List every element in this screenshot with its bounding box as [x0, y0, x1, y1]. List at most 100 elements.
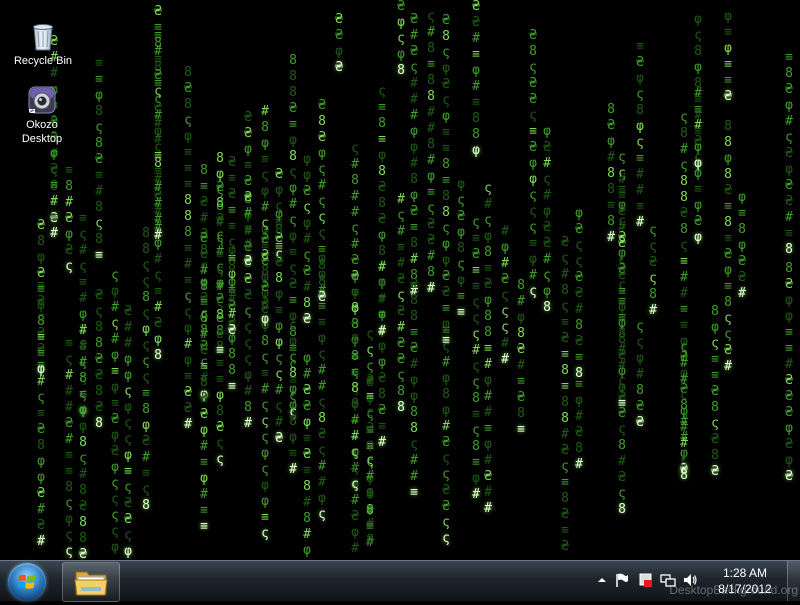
matrix-glyph: φ [785, 453, 793, 468]
matrix-glyph: 8 [37, 234, 45, 249]
matrix-glyph: φ [289, 398, 297, 413]
matrix-glyph: # [427, 105, 435, 120]
matrix-glyph: ₴ [618, 470, 626, 485]
matrix-glyph: ς [649, 223, 657, 238]
matrix-glyph: # [50, 226, 58, 241]
matrix-glyph: ₴ [724, 343, 732, 358]
matrix-glyph: ς [244, 352, 252, 367]
matrix-glyph: φ [694, 60, 702, 75]
matrix-glyph: 8 [442, 157, 450, 172]
matrix-glyph: # [410, 156, 418, 171]
matrix-glyph: ≡ [636, 151, 644, 166]
matrix-glyph: ς [561, 251, 569, 266]
show-desktop-button[interactable] [787, 561, 800, 601]
matrix-glyph: ₴ [37, 422, 45, 437]
matrix-glyph: # [228, 307, 236, 322]
start-button[interactable] [8, 563, 46, 601]
matrix-glyph: φ [618, 300, 626, 315]
matrix-glyph: 8 [37, 438, 45, 453]
matrix-glyph: 8 [184, 209, 192, 224]
matrix-glyph: # [575, 409, 583, 424]
matrix-glyph: φ [289, 334, 297, 349]
matrix-glyph: ≡ [244, 222, 252, 237]
matrix-glyph: # [397, 224, 405, 239]
matrix-glyph: ₴ [543, 220, 551, 235]
matrix-glyph: ς [95, 120, 103, 135]
matrix-glyph: ₴ [200, 391, 208, 406]
matrix-glyph: φ [457, 273, 465, 288]
matrix-glyph: # [124, 336, 132, 351]
program-tray-icon[interactable] [638, 572, 654, 588]
matrix-glyph: φ [442, 253, 450, 268]
matrix-glyph: # [154, 252, 162, 267]
matrix-glyph: φ [275, 207, 283, 222]
matrix-glyph: ≡ [200, 455, 208, 470]
matrix-glyph: 8 [575, 441, 583, 456]
matrix-glyph: ≡ [228, 379, 236, 394]
matrix-glyph: φ [785, 98, 793, 113]
matrix-glyph: ₴ [50, 162, 58, 177]
matrix-glyph: # [484, 389, 492, 404]
matrix-glyph: 8 [442, 189, 450, 204]
matrix-glyph: 8 [244, 400, 252, 415]
action-center-flag-icon[interactable] [614, 572, 630, 588]
matrix-glyph: ₴ [244, 126, 252, 141]
matrix-glyph: # [442, 419, 450, 434]
matrix-glyph: # [318, 379, 326, 394]
matrix-glyph: # [397, 320, 405, 335]
matrix-glyph: ς [142, 482, 150, 497]
matrix-glyph: ≡ [711, 352, 719, 367]
matrix-glyph: ς [184, 113, 192, 128]
matrix-glyph: ς [351, 141, 359, 156]
okozo-desktop-icon [26, 84, 58, 116]
matrix-glyph: ₴ [37, 266, 45, 281]
matrix-glyph: ≡ [50, 210, 58, 225]
windows-logo-icon [17, 574, 36, 589]
desktop[interactable]: ≡₴ς₴₴≡#ς≡₴8φφ₴#₴#₴8φ₴≡φ8≡≡φφ≡₴₴#ς8≡₴₴##≡… [0, 0, 800, 560]
matrix-glyph: ₴ [397, 272, 405, 287]
matrix-glyph: ₴ [561, 539, 569, 554]
matrix-glyph: # [318, 178, 326, 193]
taskbar-windows-explorer-button[interactable] [62, 562, 120, 602]
matrix-glyph: 8 [65, 480, 73, 495]
matrix-glyph: ≡ [289, 293, 297, 308]
matrix-glyph: φ [724, 263, 732, 278]
matrix-glyph: φ [65, 512, 73, 527]
okozo-desktop-shortcut[interactable]: Okozo Desktop [7, 84, 77, 146]
matrix-glyph: 8 [79, 371, 87, 386]
matrix-glyph: ς [261, 462, 269, 477]
matrix-glyph: ς [154, 84, 162, 99]
matrix-glyph: 8 [472, 127, 480, 142]
matrix-glyph: ς [303, 248, 311, 263]
matrix-glyph: ₴ [200, 407, 208, 422]
matrix-glyph: ς [275, 351, 283, 366]
windows-explorer-icon [74, 571, 108, 596]
matrix-rain-wallpaper: ≡₴ς₴₴≡#ς≡₴8φφ₴#₴#₴8φ₴≡φ8≡≡φφ≡₴₴#ς8≡₴₴##≡… [0, 0, 800, 560]
matrix-glyph: ≡ [724, 279, 732, 294]
matrix-glyph: # [79, 467, 87, 482]
matrix-glyph: ς [142, 370, 150, 385]
matrix-glyph: ₴ [618, 348, 626, 363]
matrix-glyph: ς [442, 221, 450, 236]
matrix-glyph: ≡ [95, 72, 103, 87]
matrix-glyph: 8 [442, 387, 450, 402]
matrix-glyph: φ [378, 228, 386, 243]
matrix-glyph: ς [289, 213, 297, 228]
recycle-bin-shortcut[interactable]: Recycle Bin [8, 20, 78, 68]
matrix-glyph: ς [618, 252, 626, 267]
matrix-glyph: # [378, 260, 386, 275]
matrix-glyph: ≡ [724, 199, 732, 214]
matrix-glyph: φ [289, 382, 297, 397]
matrix-glyph: ς [636, 335, 644, 350]
show-hidden-icons-arrow[interactable] [594, 572, 610, 588]
matrix-glyph: ₴ [261, 232, 269, 247]
matrix-glyph: ₴ [79, 547, 87, 560]
matrix-glyph: ₴ [95, 352, 103, 367]
matrix-glyph: # [410, 92, 418, 107]
matrix-glyph: 8 [366, 533, 374, 548]
matrix-glyph: # [261, 200, 269, 215]
matrix-glyph: ς [124, 432, 132, 447]
matrix-glyph: φ [111, 348, 119, 363]
matrix-glyph: # [111, 300, 119, 315]
matrix-glyph: # [318, 459, 326, 474]
